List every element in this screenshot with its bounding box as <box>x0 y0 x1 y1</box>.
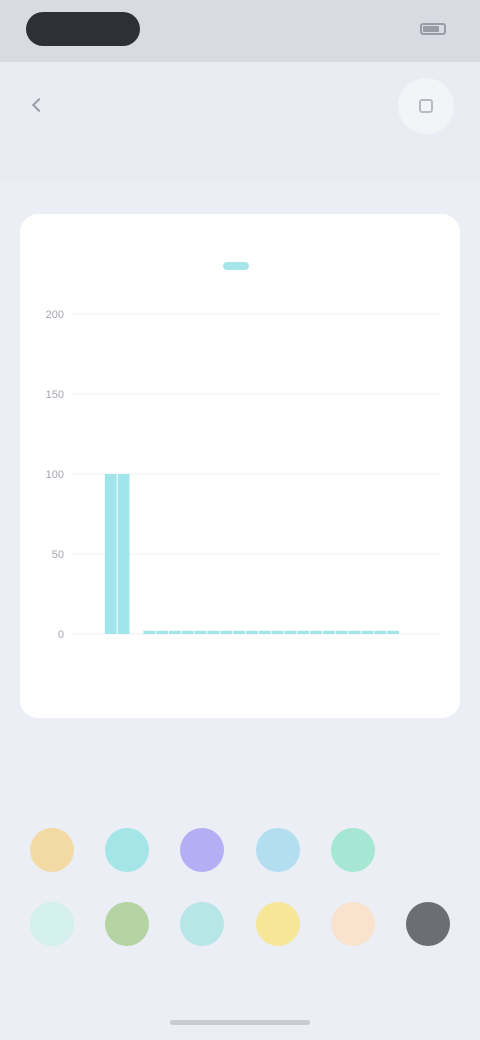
color-swatch-mint[interactable] <box>331 828 375 872</box>
bar[interactable] <box>387 630 399 634</box>
y-tick-label: 50 <box>52 549 64 561</box>
color-swatch-olive[interactable] <box>105 902 149 946</box>
color-swatch-amber[interactable] <box>30 828 74 872</box>
battery-icon <box>420 23 446 35</box>
y-tick-label: 0 <box>58 629 64 641</box>
bar[interactable] <box>284 630 297 634</box>
color-swatch-aqua[interactable] <box>180 902 224 946</box>
bar-chart: 0 50 100 150 200 <box>46 309 440 641</box>
color-swatch-light-gray[interactable] <box>406 828 450 872</box>
bar[interactable] <box>348 630 361 634</box>
color-swatch-violet[interactable] <box>180 828 224 872</box>
bar[interactable] <box>143 630 156 634</box>
home-indicator <box>170 1020 310 1025</box>
bar[interactable] <box>233 630 245 634</box>
color-swatch-peach[interactable] <box>331 902 375 946</box>
bar[interactable] <box>361 630 374 634</box>
bar[interactable] <box>156 630 168 634</box>
bar[interactable] <box>207 630 220 634</box>
bar[interactable] <box>246 630 258 634</box>
back-button[interactable] <box>28 88 118 122</box>
bar[interactable] <box>181 630 194 634</box>
chart-card: 0 50 100 150 200 <box>20 214 460 718</box>
status-bar <box>0 0 480 62</box>
color-swatch-pale-teal[interactable] <box>30 902 74 946</box>
y-tick-label: 100 <box>46 469 64 481</box>
bar[interactable] <box>297 630 310 634</box>
bar[interactable] <box>310 630 322 634</box>
page-title <box>170 90 310 120</box>
chart-legend[interactable] <box>20 262 460 270</box>
navigation-bar <box>0 62 480 182</box>
share-button[interactable] <box>398 78 454 134</box>
chevron-left-icon <box>31 97 47 113</box>
color-swatch-teal[interactable] <box>105 828 149 872</box>
color-swatch-yellow[interactable] <box>256 902 300 946</box>
bar[interactable] <box>104 474 117 634</box>
bar[interactable] <box>194 630 207 634</box>
bar[interactable] <box>374 630 387 634</box>
color-palette <box>0 800 480 980</box>
bar[interactable] <box>169 630 181 634</box>
y-tick-label: 200 <box>46 309 64 321</box>
bar[interactable] <box>220 630 233 634</box>
color-swatch-sky[interactable] <box>256 828 300 872</box>
bar[interactable] <box>258 630 271 634</box>
bar[interactable] <box>117 474 130 634</box>
bar[interactable] <box>271 630 284 634</box>
bar[interactable] <box>335 630 348 634</box>
legend-swatch <box>223 262 249 270</box>
status-indicators <box>376 20 446 38</box>
bar[interactable] <box>323 630 335 634</box>
color-swatch-charcoal[interactable] <box>406 902 450 946</box>
share-icon <box>419 99 433 113</box>
y-tick-label: 150 <box>46 389 64 401</box>
status-time <box>26 12 140 46</box>
